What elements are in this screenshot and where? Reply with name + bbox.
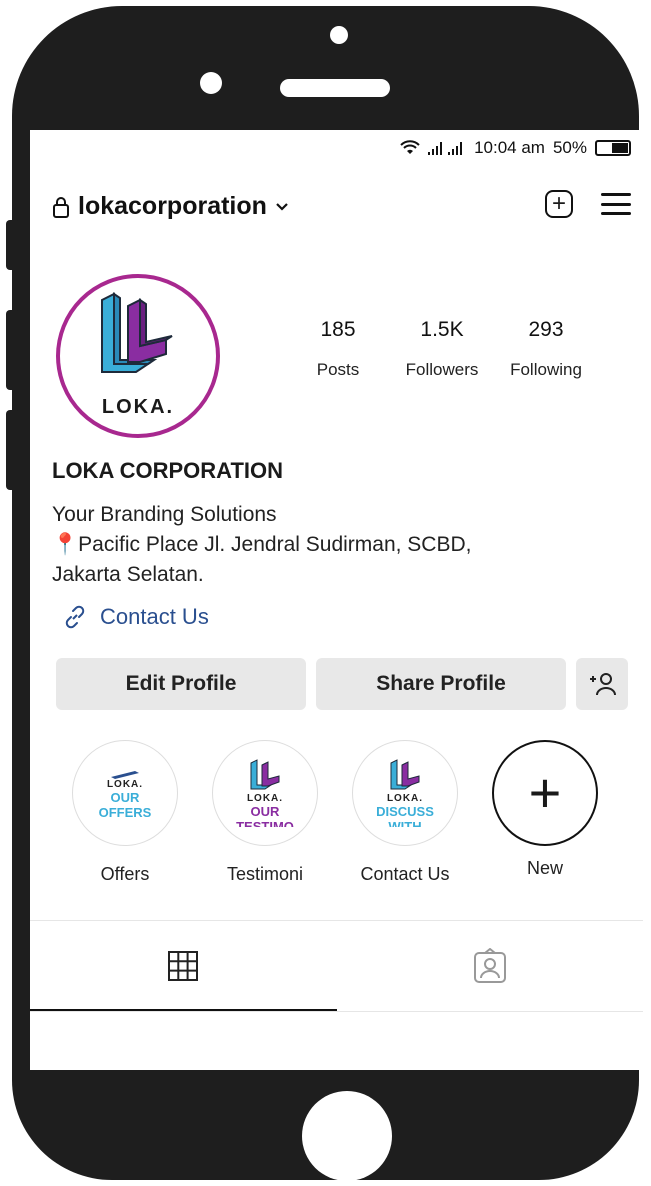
profile-header: lokacorporation bbox=[52, 192, 289, 221]
side-button bbox=[6, 220, 20, 270]
new-highlight-plus-icon: + bbox=[492, 740, 598, 846]
edit-profile-button[interactable]: Edit Profile bbox=[56, 658, 306, 710]
tab-grid[interactable] bbox=[30, 921, 337, 1011]
highlight-new[interactable]: + New bbox=[490, 740, 600, 885]
highlight-brand: LOKA. bbox=[246, 793, 284, 804]
stat-followers[interactable]: 1.5K Followers bbox=[390, 318, 494, 380]
highlight-cover-text: TESTIMO bbox=[236, 819, 294, 827]
bio-line: Jakarta Selatan. bbox=[52, 563, 204, 586]
battery-percent: 50% bbox=[552, 138, 587, 157]
location-pin-icon: 📍 bbox=[52, 533, 79, 556]
battery-icon bbox=[595, 140, 631, 156]
profile-stats: 185 Posts 1.5K Followers 293 Following bbox=[286, 318, 598, 380]
bio-line: Pacific Place Jl. Jendral Sudirman, SCBD… bbox=[78, 533, 472, 556]
plus-square-icon[interactable]: + bbox=[545, 190, 573, 218]
contact-link-text[interactable]: Contact Us bbox=[100, 604, 209, 630]
highlight-cover: LOKA. OUR OFFERS bbox=[72, 740, 178, 846]
share-profile-button[interactable]: Share Profile bbox=[316, 658, 566, 710]
highlight-cover-text: DISCUSS bbox=[376, 804, 434, 819]
tab-tagged[interactable] bbox=[337, 921, 644, 1011]
home-button[interactable] bbox=[302, 1091, 392, 1181]
loka-logo bbox=[390, 759, 420, 790]
camera-dot bbox=[330, 26, 348, 44]
stat-posts[interactable]: 185 Posts bbox=[286, 318, 390, 380]
highlight-cover-text: OFFERS bbox=[98, 804, 152, 820]
lock-icon bbox=[53, 196, 69, 218]
volume-up-button bbox=[6, 310, 20, 390]
divider bbox=[30, 1011, 643, 1012]
grid-icon bbox=[168, 951, 199, 981]
stat-following[interactable]: 293 Following bbox=[494, 318, 598, 380]
loka-logo bbox=[250, 759, 280, 790]
highlight-offers[interactable]: LOKA. OUR OFFERS Offers bbox=[70, 740, 180, 885]
speaker bbox=[280, 79, 390, 97]
add-user-icon bbox=[590, 673, 616, 696]
avatar-brand-text: LOKA. bbox=[101, 396, 175, 418]
header-actions: + bbox=[545, 190, 631, 218]
highlight-brand: LOKA. bbox=[386, 793, 424, 804]
highlight-brand: LOKA. bbox=[106, 778, 144, 790]
highlight-cover-text: WITH bbox=[388, 819, 422, 827]
highlight-label: Offers bbox=[100, 864, 150, 884]
bio-location: 📍Pacific Place Jl. Jendral Sudirman, SCB… bbox=[52, 530, 612, 560]
highlight-label: New bbox=[526, 858, 563, 878]
highlight-cover: LOKA. OUR TESTIMO bbox=[212, 740, 318, 846]
menu-icon[interactable] bbox=[601, 193, 631, 215]
tagged-icon bbox=[473, 948, 506, 983]
avatar[interactable]: LOKA. bbox=[56, 274, 220, 438]
add-user-button[interactable] bbox=[576, 658, 628, 710]
status-time: 10:04 am bbox=[474, 138, 545, 157]
story-highlights: LOKA. OUR OFFERS Offers LOKA. OUR TESTIM… bbox=[70, 740, 600, 885]
highlight-cover-text: OUR bbox=[110, 789, 140, 805]
volume-down-button bbox=[6, 410, 20, 490]
highlight-cover-text: OUR bbox=[250, 804, 280, 819]
link-icon bbox=[65, 605, 85, 629]
stat-label: Followers bbox=[405, 360, 479, 379]
loka-logo bbox=[101, 292, 173, 373]
screen: 10:04 am 50% lokacorporation + LOKA. 185… bbox=[30, 130, 643, 1070]
sensor-dot bbox=[200, 72, 222, 94]
profile-tabs bbox=[30, 921, 643, 1011]
stat-value: 293 bbox=[528, 318, 564, 341]
bio: Your Branding Solutions 📍Pacific Place J… bbox=[52, 500, 612, 590]
signal-icon bbox=[428, 142, 463, 155]
highlight-contact[interactable]: LOKA. DISCUSS WITH Contact Us bbox=[350, 740, 460, 885]
highlight-cover: LOKA. DISCUSS WITH bbox=[352, 740, 458, 846]
profile-buttons: Edit Profile Share Profile bbox=[56, 658, 628, 710]
username[interactable]: lokacorporation bbox=[78, 192, 267, 221]
stat-label: Following bbox=[510, 360, 582, 379]
wifi-icon bbox=[400, 140, 420, 154]
highlight-label: Contact Us bbox=[360, 864, 450, 884]
status-bar: 10:04 am 50% bbox=[400, 138, 631, 158]
contact-link[interactable]: Contact Us bbox=[62, 604, 209, 630]
highlight-testimoni[interactable]: LOKA. OUR TESTIMO Testimoni bbox=[210, 740, 320, 885]
loka-logo bbox=[111, 770, 139, 779]
stat-label: Posts bbox=[316, 360, 360, 379]
bio-line: Your Branding Solutions bbox=[52, 503, 277, 526]
highlight-label: Testimoni bbox=[226, 864, 304, 884]
stat-value: 1.5K bbox=[420, 318, 464, 341]
display-name: LOKA CORPORATION bbox=[52, 458, 283, 483]
chevron-down-icon[interactable] bbox=[275, 202, 289, 212]
stat-value: 185 bbox=[320, 318, 356, 341]
